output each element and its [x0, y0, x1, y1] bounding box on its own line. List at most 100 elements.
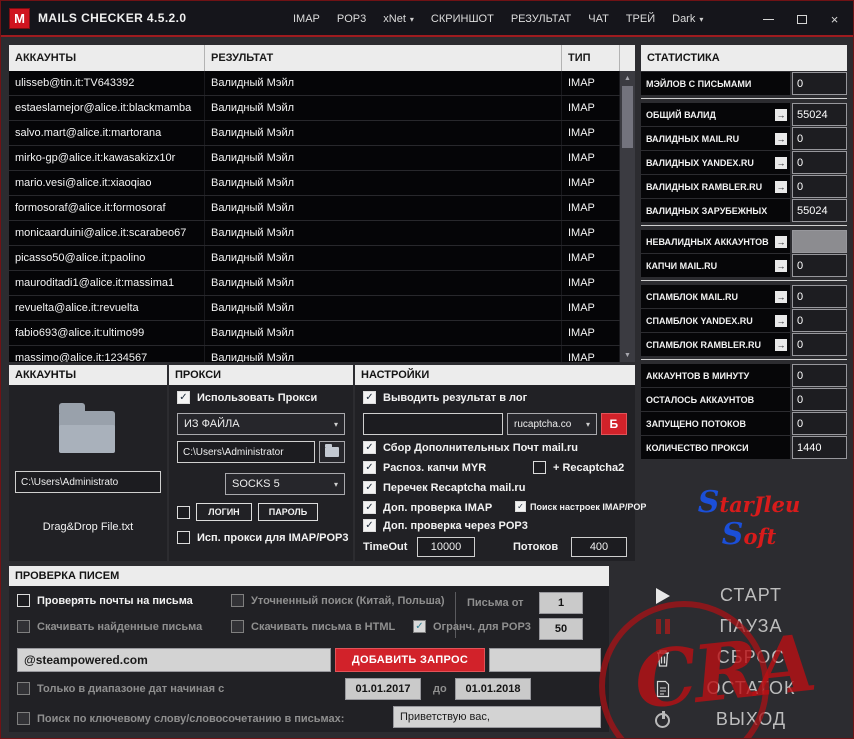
browse-folder-button[interactable] — [319, 441, 345, 463]
scrollbar-thumb[interactable] — [622, 86, 633, 148]
close-button[interactable]: × — [818, 1, 851, 37]
table-row[interactable]: revuelta@alice.it:revuelta Валидный Мэйл I… — [9, 296, 635, 321]
stat-label: СПАМБЛОК MAIL.RU — [646, 291, 739, 302]
date-from-input[interactable]: 01.01.2017 — [345, 678, 421, 700]
scroll-up-icon[interactable]: ▲ — [620, 71, 635, 85]
timeout-input[interactable] — [417, 537, 475, 557]
export-icon[interactable]: → — [775, 259, 787, 272]
menu-chat[interactable]: ЧАТ — [588, 13, 609, 25]
imap-settings-search-checkbox[interactable]: ✓ — [515, 501, 526, 512]
proxy-source-select[interactable]: ИЗ ФАЙЛА ▾ — [177, 413, 345, 435]
date-range-checkbox[interactable] — [17, 682, 30, 695]
export-icon[interactable]: → — [775, 290, 787, 303]
cell-type: IMAP — [562, 271, 620, 295]
table-row[interactable]: mauroditadi1@alice.it:massima1 Валидный М… — [9, 271, 635, 296]
table-row[interactable]: estaeslamejor@alice.it:blackmamba Валидны… — [9, 96, 635, 121]
keyword-input[interactable] — [393, 706, 601, 728]
check-mails-checkbox[interactable] — [17, 594, 30, 607]
letters-to-value[interactable]: 50 — [539, 618, 583, 640]
export-icon[interactable]: → — [775, 314, 787, 327]
captcha-key-input[interactable] — [363, 413, 503, 435]
extra-query-input[interactable] — [489, 648, 601, 672]
rest-button[interactable]: ОСТАТОК — [641, 674, 847, 703]
refined-search-checkbox[interactable] — [231, 594, 244, 607]
menu-xnet[interactable]: xNet ▾ — [383, 13, 414, 25]
menu-result[interactable]: РЕЗУЛЬТАТ — [511, 13, 571, 25]
table-row[interactable]: mirko-gp@alice.it:kawasakizx10r Валидный … — [9, 146, 635, 171]
recognize-captcha-label: Распоз. капчи MYR — [383, 461, 487, 474]
proxy-password-field[interactable]: ПАРОЛЬ — [258, 503, 318, 521]
export-icon[interactable]: → — [775, 338, 787, 351]
table-row[interactable]: formosoraf@alice.it:formosoraf Валидный М… — [9, 196, 635, 221]
table-row[interactable]: ulisseb@tin.it:TV643392 Валидный Мэйл IMAP — [9, 71, 635, 96]
export-icon[interactable]: → — [775, 180, 787, 193]
table-row[interactable]: monicaarduini@alice.it:scarabeo67 Валидны… — [9, 221, 635, 246]
collect-extra-mail-checkbox[interactable]: ✓ — [363, 441, 376, 454]
menu-pop3[interactable]: POP3 — [337, 13, 366, 25]
menu-imap[interactable]: IMAP — [293, 13, 320, 25]
table-row[interactable]: fabio693@alice.it:ultimo99 Валидный Мэйл I… — [9, 321, 635, 346]
column-header-result[interactable]: РЕЗУЛЬТАТ — [205, 45, 562, 71]
column-header-type[interactable]: ТИП — [562, 45, 620, 71]
captcha-service-select[interactable]: rucaptcha.co ▾ — [507, 413, 597, 435]
logo-initial: S — [721, 516, 744, 552]
theme-select[interactable]: Dark ▾ — [672, 13, 703, 25]
accounts-path-input[interactable] — [15, 471, 161, 493]
reset-button[interactable]: СБРОС — [641, 643, 847, 672]
add-query-button[interactable]: ДОБАВИТЬ ЗАПРОС — [335, 648, 485, 672]
start-button[interactable]: СТАРТ — [641, 581, 847, 610]
table-row[interactable]: mario.vesi@alice.it:xiaoqiao Валидный Мэй… — [9, 171, 635, 196]
date-to-input[interactable]: 01.01.2018 — [455, 678, 531, 700]
logo-text: tarJleu — [719, 492, 801, 517]
keyword-search-checkbox[interactable] — [17, 712, 30, 725]
recheck-recaptcha-checkbox[interactable]: ✓ — [363, 481, 376, 494]
export-icon[interactable]: → — [775, 235, 787, 248]
table-row[interactable]: picasso50@alice.it:paolino Валидный Мэйл I… — [9, 246, 635, 271]
threads-input[interactable] — [571, 537, 627, 557]
scroll-down-icon[interactable]: ▼ — [620, 348, 635, 362]
letters-from-label: Письма от — [467, 597, 524, 609]
pause-icon — [656, 619, 670, 634]
proxy-for-imap-checkbox[interactable] — [177, 531, 190, 544]
use-proxy-checkbox[interactable]: ✓ — [177, 391, 190, 404]
menu-screenshot[interactable]: СКРИНШОТ — [431, 13, 494, 25]
cell-account: massimo@alice.it:1234567 — [9, 346, 205, 362]
proxy-auth-checkbox[interactable] — [177, 505, 190, 519]
exit-button[interactable]: ВЫХОД — [641, 705, 847, 734]
column-header-accounts[interactable]: АККАУНТЫ — [9, 45, 205, 71]
letters-from-value[interactable]: 1 — [539, 592, 583, 614]
stat-label: СПАМБЛОК YANDEX.RU — [646, 315, 753, 326]
cell-type: IMAP — [562, 221, 620, 245]
menu-tray[interactable]: ТРЕЙ — [626, 13, 655, 25]
cell-account: mario.vesi@alice.it:xiaoqiao — [9, 171, 205, 195]
pause-button[interactable]: ПАУЗА — [641, 612, 847, 641]
table-row[interactable]: massimo@alice.it:1234567 Валидный Мэйл IMA… — [9, 346, 635, 362]
pop3-extra-check-label: Доп. проверка через POP3 — [383, 519, 528, 532]
pop3-limit-checkbox[interactable]: ✓ — [413, 620, 426, 633]
log-output-checkbox[interactable]: ✓ — [363, 391, 376, 404]
proxy-login-field[interactable]: ЛОГИН — [196, 503, 252, 521]
stat-label: ОСТАЛОСЬ АККАУНТОВ — [646, 394, 755, 405]
minimize-button[interactable] — [752, 1, 785, 37]
cell-account: mirko-gp@alice.it:kawasakizx10r — [9, 146, 205, 170]
divider — [641, 95, 847, 102]
maximize-button[interactable] — [785, 1, 818, 37]
refined-search-label: Уточненный поиск (Китай, Польша) — [251, 594, 445, 607]
pop3-extra-check-checkbox[interactable]: ✓ — [363, 519, 376, 532]
export-icon[interactable]: → — [775, 156, 787, 169]
proxy-type-select[interactable]: SOCKS 5 ▾ — [225, 473, 345, 495]
download-html-checkbox[interactable] — [231, 620, 244, 633]
folder-icon[interactable] — [59, 403, 115, 453]
recaptcha2-checkbox[interactable] — [533, 461, 546, 474]
table-row[interactable]: salvo.mart@alice.it:martorana Валидный Мэ… — [9, 121, 635, 146]
export-icon[interactable]: → — [775, 132, 787, 145]
balance-button[interactable]: Б — [601, 413, 627, 435]
cell-account: mauroditadi1@alice.it:massima1 — [9, 271, 205, 295]
download-found-checkbox[interactable] — [17, 620, 30, 633]
table-scrollbar[interactable]: ▲ ▼ — [620, 71, 635, 362]
recognize-captcha-checkbox[interactable]: ✓ — [363, 461, 376, 474]
query-input[interactable] — [17, 648, 331, 672]
export-icon[interactable]: → — [775, 108, 787, 121]
imap-extra-check-checkbox[interactable]: ✓ — [363, 501, 376, 514]
proxy-path-input[interactable] — [177, 441, 315, 463]
